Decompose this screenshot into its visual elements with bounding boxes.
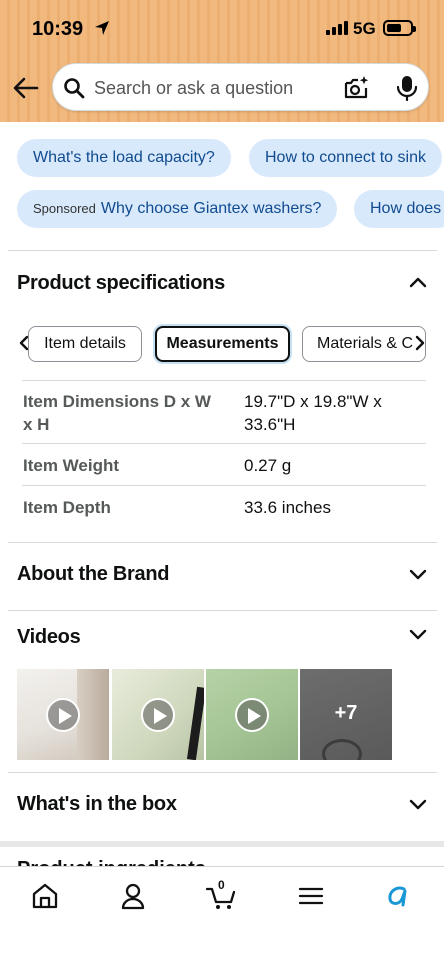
sponsored-tag: Sponsored xyxy=(33,201,96,216)
spec-row: Item Depth 33.6 inches xyxy=(22,486,426,528)
chevron-up-icon[interactable] xyxy=(408,273,428,293)
chevron-right-icon[interactable] xyxy=(411,334,429,352)
tab-item-details[interactable]: Item details xyxy=(28,326,142,362)
spec-row: Item Dimensions D x W x H 19.7"D x 19.8"… xyxy=(22,381,426,444)
play-icon xyxy=(46,698,80,732)
signal-icon xyxy=(326,21,348,35)
thumb-shade xyxy=(186,686,204,760)
divider xyxy=(8,250,437,251)
chip-label: Why choose Giantex washers? xyxy=(100,200,322,217)
product-specifications-title: Product specifications xyxy=(17,272,225,294)
divider xyxy=(8,610,437,611)
more-videos-count: +7 xyxy=(334,702,358,724)
video-thumbnail[interactable] xyxy=(112,669,204,760)
divider xyxy=(8,772,437,773)
battery-icon xyxy=(383,20,416,36)
whats-in-box-title[interactable]: What's in the box xyxy=(17,793,177,816)
videos-title[interactable]: Videos xyxy=(17,626,81,649)
spec-label: Item Dimensions D x W x H xyxy=(23,392,211,434)
menu-icon[interactable] xyxy=(296,881,326,911)
section-separator xyxy=(0,841,444,847)
chip-label: What's the load capacity? xyxy=(33,149,215,166)
home-icon[interactable] xyxy=(30,881,60,911)
chevron-down-icon[interactable] xyxy=(408,564,428,584)
play-icon xyxy=(235,698,269,732)
camera-search-icon[interactable] xyxy=(343,75,369,101)
chevron-down-icon[interactable] xyxy=(408,624,428,644)
header: 10:39 5G Search or ask a question xyxy=(0,0,444,122)
question-chip[interactable]: How does xyxy=(354,190,444,228)
search-placeholder: Search or ask a question xyxy=(94,78,294,98)
spec-label: Item Weight xyxy=(23,456,120,475)
question-chip[interactable]: What's the load capacity? xyxy=(17,139,231,177)
question-chip[interactable]: How to connect to sink xyxy=(249,139,442,177)
tab-materials[interactable]: Materials & C xyxy=(302,326,426,362)
network-type: 5G xyxy=(353,19,376,38)
spec-row: Item Weight 0.27 g xyxy=(22,444,426,486)
cart-count: 0 xyxy=(218,878,225,892)
about-brand-title[interactable]: About the Brand xyxy=(17,563,169,586)
sponsored-question-chip[interactable]: Sponsored Why choose Giantex washers? xyxy=(17,190,338,228)
account-icon[interactable] xyxy=(118,881,148,911)
bottom-nav: 0 xyxy=(0,866,444,960)
more-videos-thumbnail[interactable]: +7 xyxy=(300,669,392,760)
search-input[interactable]: Search or ask a question xyxy=(52,63,429,111)
spec-label: Item Depth xyxy=(23,498,111,517)
spec-value: 0.27 g xyxy=(244,456,292,475)
location-arrow-icon xyxy=(95,21,109,35)
search-icon xyxy=(64,78,85,99)
tab-measurements[interactable]: Measurements xyxy=(155,326,290,362)
play-icon xyxy=(141,698,175,732)
spec-tabs: Item details Measurements Materials & C xyxy=(0,324,444,364)
microphone-icon[interactable] xyxy=(395,74,419,102)
status-time: 10:39 xyxy=(32,18,84,40)
thumb-shade xyxy=(77,669,109,760)
thumb-shade xyxy=(322,739,362,760)
back-arrow-icon[interactable] xyxy=(12,74,40,102)
spec-value: 19.7"D x 19.8"W x 33.6"H xyxy=(244,392,382,434)
video-thumbnail[interactable] xyxy=(206,669,298,760)
chevron-down-icon[interactable] xyxy=(408,794,428,814)
chip-label: How does xyxy=(370,200,442,217)
rufus-assistant-icon[interactable] xyxy=(384,881,414,911)
status-bar: 10:39 5G xyxy=(0,0,444,56)
divider xyxy=(8,542,437,543)
video-thumbnail[interactable] xyxy=(17,669,109,760)
spec-value: 33.6 inches xyxy=(244,498,331,517)
chip-label: How to connect to sink xyxy=(265,149,426,166)
